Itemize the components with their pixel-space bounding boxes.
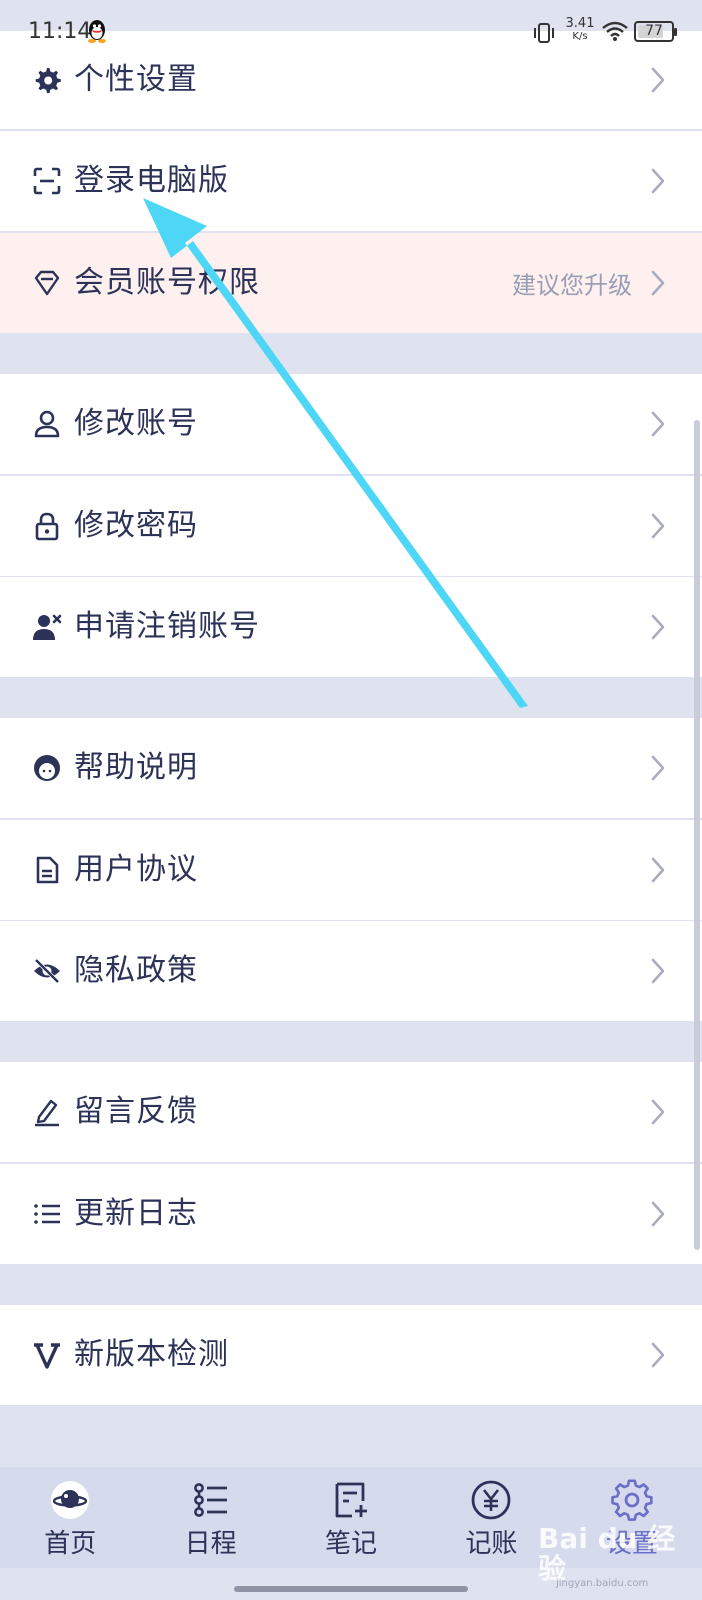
tab-label: 笔记 [325, 1529, 378, 1559]
note-icon [335, 1482, 368, 1518]
baidu-watermark: Bai du 经验 [538, 1522, 676, 1585]
chevron-right-icon [651, 270, 665, 296]
tab-home[interactable]: 首页 [0, 1467, 140, 1568]
menu-label: 帮助说明 [74, 750, 198, 785]
qq-icon [88, 20, 106, 43]
menu-label: 留言反馈 [74, 1094, 198, 1129]
menu-item-changelog[interactable]: 更新日志 [0, 1164, 702, 1264]
chevron-right-icon [651, 67, 665, 93]
menu-item-feedback[interactable]: 留言反馈 [0, 1062, 702, 1162]
menu-label: 用户协议 [74, 852, 198, 887]
menu-label: 修改账号 [74, 406, 198, 441]
menu-label: 登录电脑版 [74, 163, 229, 198]
user-icon [34, 410, 60, 438]
home-indicator[interactable] [234, 1586, 468, 1592]
menu-label: 新版本检测 [74, 1337, 229, 1372]
scan-icon [33, 167, 61, 195]
menu-item-user-agreement[interactable]: 用户协议 [0, 820, 702, 920]
tab-label: 日程 [184, 1529, 237, 1559]
upgrade-hint: 建议您升级 [512, 271, 632, 300]
vibrate-icon [534, 23, 554, 43]
status-time: 11:14 [28, 19, 92, 44]
chevron-right-icon [651, 1099, 665, 1125]
chevron-right-icon [651, 168, 665, 194]
diamond-icon [34, 270, 60, 296]
menu-item-change-account[interactable]: 修改账号 [0, 374, 702, 474]
user-remove-icon [33, 614, 62, 640]
lock-icon [35, 512, 59, 541]
tab-notes[interactable]: 笔记 [281, 1467, 421, 1568]
menu-item-pc-login[interactable]: 登录电脑版 [0, 131, 702, 231]
version-icon [34, 1343, 60, 1369]
eye-off-icon [34, 958, 60, 984]
help-avatar-icon [34, 755, 60, 781]
menu-item-personal-settings[interactable]: 个性设置 [0, 31, 702, 129]
battery-level: 77 [645, 23, 663, 39]
chevron-right-icon [651, 513, 665, 539]
menu-item-version-check[interactable]: 新版本检测 [0, 1305, 702, 1405]
baidu-watermark-url: jingyan.baidu.com [556, 1578, 649, 1589]
gear-icon [35, 68, 61, 94]
planet-icon [51, 1481, 90, 1519]
list-icon [34, 1204, 60, 1224]
menu-label: 修改密码 [74, 508, 198, 543]
chevron-right-icon [651, 1342, 665, 1368]
schedule-icon [193, 1483, 227, 1517]
scrollbar[interactable] [694, 420, 700, 1250]
status-bar: 11:14 3.41 K/s 77 [0, 0, 702, 44]
chevron-right-icon [651, 411, 665, 437]
chevron-right-icon [651, 1201, 665, 1227]
chevron-right-icon [651, 857, 665, 883]
wifi-icon [602, 21, 628, 41]
menu-item-member-limit[interactable]: 会员账号权限 建议您升级 [0, 233, 702, 333]
battery-indicator: 77 [634, 21, 677, 42]
menu-item-privacy-policy[interactable]: 隐私政策 [0, 921, 702, 1021]
menu-item-help[interactable]: 帮助说明 [0, 718, 702, 818]
edit-icon [35, 1099, 59, 1127]
chevron-right-icon [651, 755, 665, 781]
menu-label: 隐私政策 [74, 953, 198, 988]
tab-label: 首页 [44, 1529, 97, 1559]
document-icon [36, 856, 59, 884]
chevron-right-icon [651, 958, 665, 984]
menu-label: 更新日志 [74, 1196, 198, 1231]
yen-icon [472, 1480, 511, 1520]
menu-item-cancel-account[interactable]: 申请注销账号 [0, 577, 702, 677]
network-speed: 3.41 K/s [565, 16, 595, 43]
menu-label: 申请注销账号 [74, 609, 260, 644]
menu-label: 个性设置 [74, 62, 198, 97]
chevron-right-icon [651, 614, 665, 640]
gear-icon [611, 1479, 653, 1521]
menu-item-change-password[interactable]: 修改密码 [0, 476, 702, 576]
menu-label: 会员账号权限 [74, 265, 260, 300]
tab-schedule[interactable]: 日程 [140, 1467, 280, 1568]
